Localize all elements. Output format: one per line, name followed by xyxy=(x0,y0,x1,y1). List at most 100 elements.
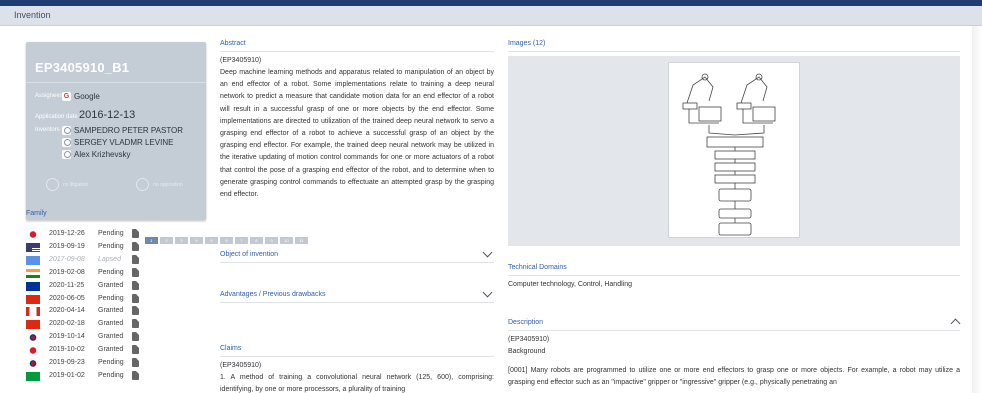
document-icon[interactable] xyxy=(132,306,139,316)
document-icon[interactable] xyxy=(132,370,139,380)
chevron-up-icon[interactable] xyxy=(950,318,961,329)
family-row[interactable]: 2019-10-14 Granted xyxy=(26,331,206,344)
section-bar: Invention xyxy=(0,6,982,26)
application-date: 2016-12-13 xyxy=(79,109,136,121)
document-icon[interactable] xyxy=(132,267,139,277)
document-icon[interactable] xyxy=(132,241,139,251)
family-row[interactable]: 2020-11-25 Granted xyxy=(26,280,206,293)
family-date: 2019-10-02 xyxy=(49,346,85,354)
document-icon[interactable] xyxy=(132,332,139,342)
family-date: 2020-04-14 xyxy=(49,307,85,315)
inventor-name[interactable]: Alex Krizhevsky xyxy=(74,150,130,159)
family-date: 2017-09-08 xyxy=(49,255,85,263)
flag-cn-icon xyxy=(26,320,40,330)
chevron-down-icon[interactable] xyxy=(482,247,493,258)
family-row[interactable]: 2020-02-18 Granted xyxy=(26,318,206,331)
google-logo-icon: G xyxy=(62,92,71,101)
images-heading: Images (12) xyxy=(508,40,546,47)
image-page-button[interactable]: 5 xyxy=(205,237,218,244)
application-date-label: Application date xyxy=(35,114,78,120)
images-divider xyxy=(508,51,960,52)
image-page-button[interactable]: 6 xyxy=(220,237,233,244)
image-page-button[interactable]: 11 xyxy=(295,237,308,244)
family-status: Pending xyxy=(98,268,124,276)
document-icon[interactable] xyxy=(132,319,139,329)
chevron-down-icon[interactable] xyxy=(482,287,493,298)
assignees-label: Assignees xyxy=(35,93,63,99)
abstract-divider xyxy=(220,51,494,52)
family-row[interactable]: 2020-06-05 Pending xyxy=(26,293,206,306)
family-row[interactable]: 2019-01-02 Pending xyxy=(26,370,206,383)
opposition-status: no opposition xyxy=(153,182,183,188)
family-status: Pending xyxy=(98,242,124,250)
patent-drawing[interactable] xyxy=(668,62,800,238)
inventor-name[interactable]: SERGEY VLADMR LEVINE xyxy=(74,138,173,147)
document-icon[interactable] xyxy=(132,345,139,355)
family-date: 2019-02-08 xyxy=(49,268,85,276)
family-row[interactable]: 2019-02-08 Pending xyxy=(26,267,206,280)
section-label: Invention xyxy=(14,10,51,20)
family-status: Pending xyxy=(98,371,124,379)
opposition-status-icon xyxy=(136,178,149,191)
inventors-label: Inventors xyxy=(35,127,60,133)
image-page-button[interactable]: 4 xyxy=(190,237,203,244)
family-status: Pending xyxy=(98,294,124,302)
family-row[interactable]: 2019-10-02 Granted xyxy=(26,344,206,357)
document-icon[interactable] xyxy=(132,254,139,264)
family-date: 2019-01-02 xyxy=(49,371,85,379)
family-status: Lapsed xyxy=(98,255,121,263)
flag-ca-icon xyxy=(26,307,40,317)
patent-drawing-figure xyxy=(682,73,776,236)
image-page-button[interactable]: 9 xyxy=(265,237,278,244)
family-row[interactable]: 2020-04-14 Granted xyxy=(26,305,206,318)
flag-in-icon xyxy=(26,268,40,278)
flag-jp-icon xyxy=(26,346,40,356)
family-status: Pending xyxy=(98,359,124,366)
image-page-button[interactable]: 7 xyxy=(235,237,248,244)
litigation-status-icon xyxy=(46,178,59,191)
flag-kr-icon xyxy=(26,359,40,368)
family-row[interactable]: 2017-09-08 Lapsed xyxy=(26,254,206,267)
image-page-button[interactable]: 8 xyxy=(250,237,263,244)
image-page-button[interactable]: 3 xyxy=(175,237,188,244)
flag-br-icon xyxy=(26,371,40,381)
object-divider xyxy=(220,262,494,263)
left-panel: EP3405910_B1 Assignees G Google Applicat… xyxy=(16,28,206,393)
description-subheading: Background xyxy=(508,348,546,355)
flag-jp-icon xyxy=(26,230,40,239)
image-page-button[interactable]: 1 xyxy=(145,237,158,244)
image-page-button[interactable]: 10 xyxy=(280,237,293,244)
family-row[interactable]: 2019-09-23 Pending xyxy=(26,357,206,370)
description-text: [0001] Many robots are programmed to uti… xyxy=(508,367,960,387)
inventor-name[interactable]: SAMPEDRO PETER PASTOR xyxy=(74,126,183,135)
family-status: Granted xyxy=(98,346,124,354)
litigation-status: no litigation xyxy=(63,182,89,188)
family-date: 2020-06-05 xyxy=(49,294,85,302)
family-status: Granted xyxy=(98,320,124,328)
document-icon[interactable] xyxy=(132,280,139,290)
assignee-name[interactable]: Google xyxy=(74,92,100,101)
patent-card: EP3405910_B1 Assignees G Google Applicat… xyxy=(26,42,206,220)
family-date: 2019-09-19 xyxy=(49,242,85,250)
flag-cn-icon xyxy=(26,294,40,304)
image-viewer[interactable] xyxy=(508,56,960,246)
description-ref: (EP3405910) xyxy=(508,336,550,343)
family-date: 2019-10-14 xyxy=(49,333,85,341)
document-icon[interactable] xyxy=(132,293,139,303)
scroll-shadow xyxy=(972,26,982,393)
description-heading[interactable]: Description xyxy=(508,319,543,326)
object-of-invention-heading[interactable]: Object of invention xyxy=(220,251,278,258)
flag-wo-icon xyxy=(26,255,40,265)
card-divider xyxy=(26,82,206,83)
family-date: 2020-02-18 xyxy=(49,320,85,328)
family-heading: Family xyxy=(26,210,47,217)
claims-heading: Claims xyxy=(220,345,242,352)
image-page-button[interactable]: 2 xyxy=(160,237,173,244)
claims-ref: (EP3405910) xyxy=(220,362,262,369)
document-icon[interactable] xyxy=(132,229,139,238)
claims-divider xyxy=(220,356,494,357)
technical-domains-heading: Technical Domains xyxy=(508,264,567,271)
document-icon[interactable] xyxy=(132,358,139,367)
advantages-heading[interactable]: Advantages / Previous drawbacks xyxy=(220,291,325,298)
abstract-text: Deep machine learning methods and appara… xyxy=(220,69,494,199)
